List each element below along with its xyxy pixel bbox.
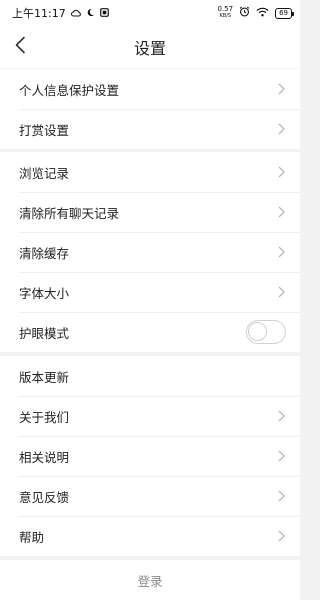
setting-privacy[interactable]: 个人信息保护设置 bbox=[0, 69, 300, 109]
setting-label: 浏览记录 bbox=[19, 165, 70, 181]
setting-label: 清除缓存 bbox=[19, 245, 70, 261]
status-time: 上午11:17 bbox=[12, 7, 66, 20]
battery-icon: 69 bbox=[275, 7, 294, 19]
back-arrow-icon bbox=[14, 36, 26, 58]
setting-clear-cache[interactable]: 清除缓存 bbox=[0, 232, 300, 272]
eye-protection-toggle[interactable] bbox=[246, 320, 286, 344]
login-button[interactable]: 登录 bbox=[0, 560, 300, 600]
setting-font-size[interactable]: 字体大小 bbox=[0, 272, 300, 312]
toggle-knob bbox=[248, 322, 267, 341]
chevron-right-icon bbox=[276, 82, 286, 96]
chevron-right-icon bbox=[276, 449, 286, 463]
nav-bar: 设置 bbox=[0, 26, 300, 68]
settings-group-about: 版本更新 关于我们 相关说明 意见反馈 帮助 bbox=[0, 356, 300, 556]
setting-label: 相关说明 bbox=[19, 449, 70, 465]
setting-label: 版本更新 bbox=[19, 369, 70, 385]
status-bar: 上午11:17 0.57 KB/S 69 bbox=[0, 0, 300, 26]
setting-label: 关于我们 bbox=[19, 409, 70, 425]
setting-version-update[interactable]: 版本更新 bbox=[0, 356, 300, 396]
setting-tipping[interactable]: 打赏设置 bbox=[0, 109, 300, 149]
wifi-icon bbox=[256, 7, 269, 20]
chevron-right-icon bbox=[276, 245, 286, 259]
net-speed-value: 0.57 bbox=[217, 5, 234, 13]
back-button[interactable] bbox=[6, 33, 34, 61]
alarm-icon bbox=[239, 6, 250, 20]
moon-icon bbox=[86, 7, 95, 20]
chevron-right-icon bbox=[276, 205, 286, 219]
page-title: 设置 bbox=[133, 39, 166, 58]
setting-label: 个人信息保护设置 bbox=[19, 82, 120, 98]
chevron-right-icon bbox=[276, 122, 286, 136]
setting-about-us[interactable]: 关于我们 bbox=[0, 396, 300, 436]
chevron-right-icon bbox=[276, 165, 286, 179]
setting-label: 护眼模式 bbox=[19, 325, 70, 341]
setting-related-notes[interactable]: 相关说明 bbox=[0, 436, 300, 476]
chevron-right-icon bbox=[276, 489, 286, 503]
setting-label: 打赏设置 bbox=[19, 122, 70, 138]
battery-level: 69 bbox=[279, 9, 288, 17]
net-speed: 0.57 KB/S bbox=[217, 6, 233, 20]
setting-label: 清除所有聊天记录 bbox=[19, 205, 120, 221]
setting-help[interactable]: 帮助 bbox=[0, 516, 300, 556]
settings-group-general: 浏览记录 清除所有聊天记录 清除缓存 字体大小 护眼模式 bbox=[0, 152, 300, 352]
chevron-right-icon bbox=[276, 285, 286, 299]
settings-group-account: 个人信息保护设置 打赏设置 bbox=[0, 69, 300, 149]
setting-eye-protection: 护眼模式 bbox=[0, 312, 300, 352]
chevron-right-icon bbox=[276, 529, 286, 543]
setting-label: 字体大小 bbox=[19, 285, 70, 301]
setting-browsing-history[interactable]: 浏览记录 bbox=[0, 152, 300, 192]
setting-label: 帮助 bbox=[19, 529, 45, 545]
net-speed-unit: KB/S bbox=[219, 13, 232, 19]
cloud-icon bbox=[70, 7, 81, 20]
login-label: 登录 bbox=[137, 573, 163, 589]
setting-clear-chat[interactable]: 清除所有聊天记录 bbox=[0, 192, 300, 232]
setting-feedback[interactable]: 意见反馈 bbox=[0, 476, 300, 516]
chevron-right-icon bbox=[276, 409, 286, 423]
status-left: 上午11:17 bbox=[12, 5, 109, 21]
notification-icon bbox=[99, 7, 109, 20]
status-right: 0.57 KB/S 69 bbox=[217, 6, 294, 20]
setting-label: 意见反馈 bbox=[19, 489, 70, 505]
